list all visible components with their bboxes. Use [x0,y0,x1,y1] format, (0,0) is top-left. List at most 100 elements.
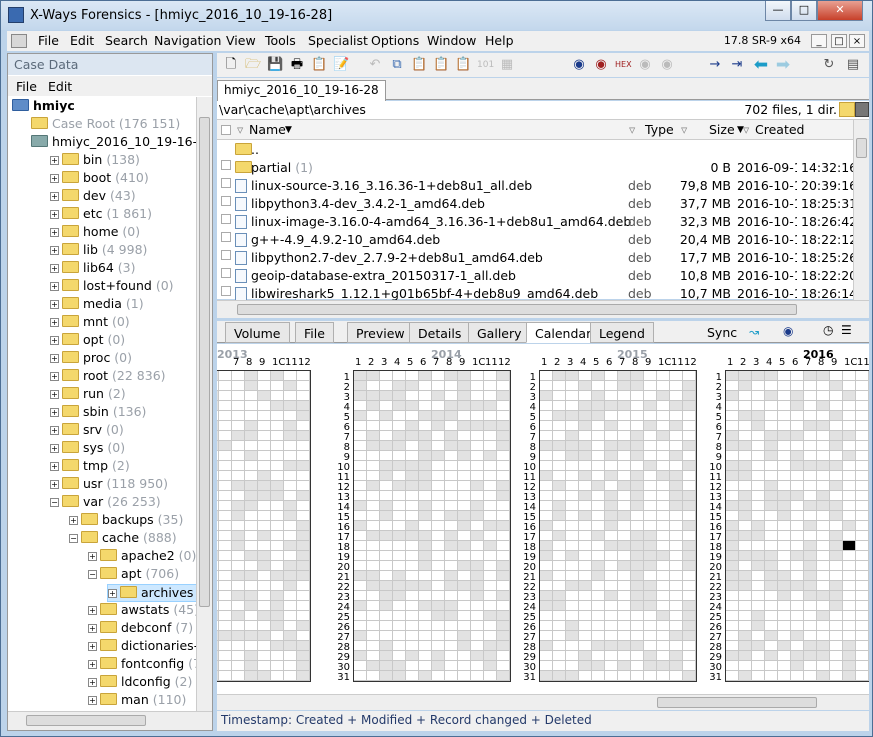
calendar-day-cell[interactable] [258,491,271,501]
tree-node[interactable]: + lost+found (0) [50,278,174,296]
expand-toggle[interactable]: + [88,606,97,615]
calendar-day-cell[interactable] [497,611,510,621]
calendar-day-cell[interactable] [579,581,592,591]
calendar-day-cell[interactable] [657,381,670,391]
calendar-day-cell[interactable] [297,371,310,381]
calendar-day-cell[interactable] [752,461,765,471]
calendar-day-cell[interactable] [856,531,869,541]
calendar-day-cell[interactable] [484,411,497,421]
calendar-day-cell[interactable] [367,671,380,681]
calendar-day-cell[interactable] [540,491,553,501]
calendar-day-cell[interactable] [579,371,592,381]
calendar-day-cell[interactable] [843,621,856,631]
calendar-day-cell[interactable] [579,381,592,391]
calendar-day-cell[interactable] [432,601,445,611]
calendar-day-cell[interactable] [579,451,592,461]
calendar-day-cell[interactable] [232,511,245,521]
calendar-day-cell[interactable] [657,391,670,401]
calendar-day-cell[interactable] [553,651,566,661]
calendar-day-cell[interactable] [791,651,804,661]
calendar-day-cell[interactable] [284,471,297,481]
sync-arrow-icon[interactable]: ↝ [749,325,759,339]
calendar-day-cell[interactable] [726,591,739,601]
calendar-day-cell[interactable] [657,551,670,561]
calendar-day-cell[interactable] [631,601,644,611]
calendar-day-cell[interactable] [406,411,419,421]
calendar-day-cell[interactable] [484,491,497,501]
tree-node[interactable]: + lib64 (3) [50,260,135,278]
calendar-day-cell[interactable] [739,461,752,471]
calendar-day-cell[interactable] [765,501,778,511]
calendar-day-cell[interactable] [791,431,804,441]
calendar-day-cell[interactable] [843,591,856,601]
calendar-day-cell[interactable] [631,551,644,561]
calendar-day-cell[interactable] [258,621,271,631]
calendar-day-cell[interactable] [471,611,484,621]
calendar-day-cell[interactable] [765,421,778,431]
calendar-day-cell[interactable] [484,541,497,551]
calendar-day-cell[interactable] [644,551,657,561]
calendar-day-cell[interactable] [445,521,458,531]
calendar-day-cell[interactable] [618,541,631,551]
calendar-day-cell[interactable] [579,531,592,541]
calendar-day-cell[interactable] [367,471,380,481]
calendar-day-cell[interactable] [367,641,380,651]
calendar-day-cell[interactable] [284,441,297,451]
calendar-day-cell[interactable] [856,371,869,381]
calendar-day-cell[interactable] [245,491,258,501]
calendar-day-cell[interactable] [297,621,310,631]
calendar-day-cell[interactable] [856,601,869,611]
calendar-day-cell[interactable] [232,481,245,491]
calendar-day-cell[interactable] [458,431,471,441]
calendar-day-cell[interactable] [856,521,869,531]
calendar-day-cell[interactable] [367,661,380,671]
calendar-day-cell[interactable] [843,581,856,591]
calendar-day-cell[interactable] [618,491,631,501]
calendar-day-cell[interactable] [553,411,566,421]
calendar-day-cell[interactable] [219,581,232,591]
calendar-day-cell[interactable] [726,651,739,661]
calendar-day-cell[interactable] [778,591,791,601]
calendar-day-cell[interactable] [471,501,484,511]
calendar-day-cell[interactable] [644,471,657,481]
calendar-day-cell[interactable] [726,401,739,411]
calendar-day-cell[interactable] [605,511,618,521]
calendar-day-cell[interactable] [683,561,696,571]
calendar-day-cell[interactable] [778,391,791,401]
calendar-day-cell[interactable] [765,631,778,641]
tree-node[interactable]: + home (0) [50,224,140,242]
calendar-day-cell[interactable] [856,661,869,671]
expand-toggle[interactable]: + [88,678,97,687]
calendar-day-cell[interactable] [445,671,458,681]
calendar-day-cell[interactable] [271,621,284,631]
calendar-day-cell[interactable] [631,581,644,591]
calendar-day-cell[interactable] [830,381,843,391]
calendar-day-cell[interactable] [354,611,367,621]
calendar-day-cell[interactable] [566,551,579,561]
type-filter-icon[interactable]: ▿ [629,122,635,137]
calendar-day-cell[interactable] [856,451,869,461]
calendar-day-cell[interactable] [284,431,297,441]
paste-icon[interactable]: 📋 [411,57,427,73]
calendar-day-cell[interactable] [284,591,297,601]
calendar-day-cell[interactable] [683,551,696,561]
calendar-day-cell[interactable] [739,591,752,601]
calendar-day-cell[interactable] [393,661,406,671]
calendar-day-cell[interactable] [804,631,817,641]
calendar-day-cell[interactable] [419,471,432,481]
calendar-day-cell[interactable] [657,431,670,441]
calendar-day-cell[interactable] [393,371,406,381]
calendar-day-cell[interactable] [791,411,804,421]
calendar-day-cell[interactable] [284,511,297,521]
calendar-day-cell[interactable] [752,491,765,501]
calendar-day-cell[interactable] [791,601,804,611]
calendar-day-cell[interactable] [497,431,510,441]
calendar-day-cell[interactable] [739,571,752,581]
calendar-day-cell[interactable] [657,491,670,501]
calendar-day-cell[interactable] [739,381,752,391]
calendar-day-cell[interactable] [817,421,830,431]
calendar-day-cell[interactable] [830,511,843,521]
calendar-day-cell[interactable] [605,371,618,381]
mdi-restore-button[interactable]: □ [831,34,847,48]
calendar-day-cell[interactable] [657,461,670,471]
